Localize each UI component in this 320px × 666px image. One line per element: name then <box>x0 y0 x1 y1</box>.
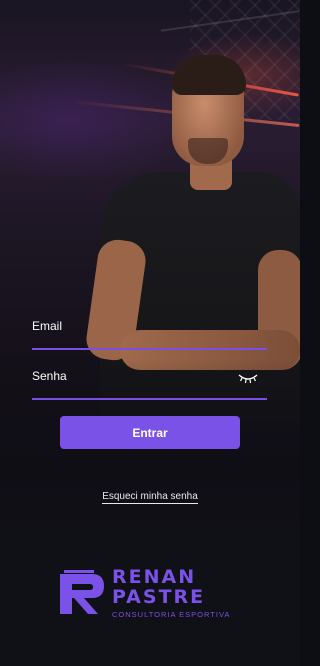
email-field[interactable]: Email <box>32 318 271 350</box>
rp-monogram-icon <box>60 570 104 614</box>
password-underline <box>32 398 267 400</box>
logo-tagline: CONSULTORIA ESPORTIVA <box>112 610 231 619</box>
eye-closed-icon[interactable] <box>237 372 259 384</box>
brand-logo: RENAN PASTRE CONSULTORIA ESPORTIVA <box>58 566 248 622</box>
password-label: Senha <box>32 369 67 383</box>
login-button[interactable]: Entrar <box>60 416 240 449</box>
logo-name-line1: RENAN <box>112 566 197 588</box>
forgot-password-link[interactable]: Esqueci minha senha <box>0 486 300 504</box>
email-underline <box>32 348 267 350</box>
forgot-password-label[interactable]: Esqueci minha senha <box>102 491 198 504</box>
email-label: Email <box>32 319 63 333</box>
password-field[interactable]: Senha <box>32 368 271 400</box>
email-input[interactable] <box>32 334 271 342</box>
login-screen: Email Senha Entrar Esqueci minha senha R… <box>0 0 300 666</box>
password-input[interactable] <box>32 384 271 392</box>
logo-name-line2: PASTRE <box>112 586 206 608</box>
